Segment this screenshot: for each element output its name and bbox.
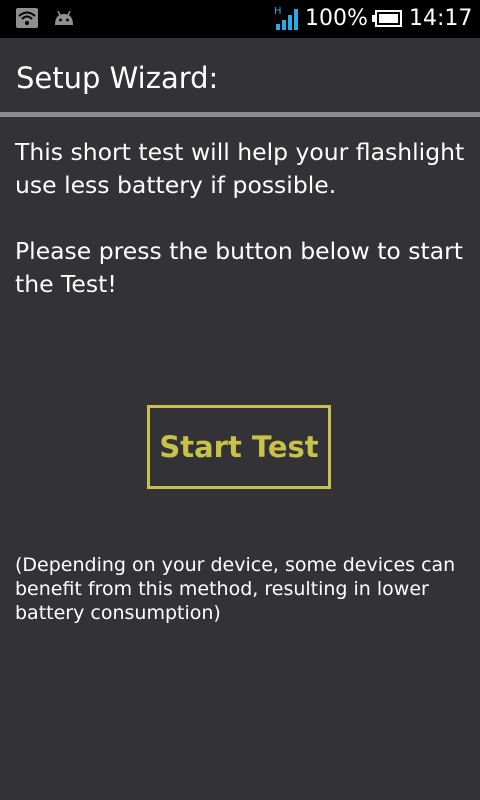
clock: 14:17 xyxy=(409,6,473,31)
network-type-label: H xyxy=(274,6,282,17)
status-bar: H 100% 14:17 xyxy=(0,0,480,38)
wifi-icon xyxy=(16,8,38,28)
battery-icon xyxy=(372,10,402,27)
title-divider xyxy=(0,112,480,117)
signal-icon: H xyxy=(274,6,298,30)
intro-text: This short test will help your flashligh… xyxy=(15,138,465,199)
battery-percent: 100% xyxy=(305,6,368,31)
instruction-text: Please press the button below to start t… xyxy=(15,237,463,298)
page-title: Setup Wizard: xyxy=(16,61,219,95)
start-test-button[interactable]: Start Test xyxy=(147,405,331,489)
setup-wizard-screen: H 100% 14:17 Setup Wizard: This short te… xyxy=(0,0,480,800)
android-icon xyxy=(55,10,73,25)
device-note: (Depending on your device, some devices … xyxy=(15,554,456,624)
